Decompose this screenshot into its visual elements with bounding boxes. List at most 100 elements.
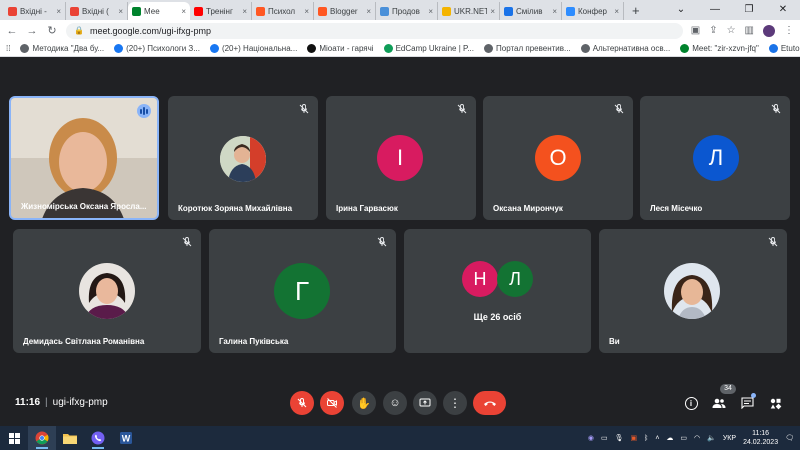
more-participants-tile[interactable]: Н Л Ще 26 осіб bbox=[404, 229, 591, 353]
taskbar-chrome[interactable] bbox=[28, 426, 56, 450]
close-tab-icon[interactable]: × bbox=[552, 7, 557, 16]
participant-tile[interactable]: Л Леся Місечко bbox=[640, 96, 790, 220]
self-tile[interactable]: Ви bbox=[599, 229, 787, 353]
tab-search-icon[interactable]: ⌄ bbox=[664, 0, 698, 20]
participant-count-badge: 34 bbox=[720, 384, 736, 394]
site-icon bbox=[380, 6, 389, 16]
minimize-button[interactable]: — bbox=[698, 0, 732, 20]
participant-tile[interactable]: Коротюк Зоряна Михайлівна bbox=[168, 96, 318, 220]
share-icon[interactable]: ⇪ bbox=[709, 25, 717, 36]
browser-tab[interactable]: Конфер × bbox=[562, 2, 624, 20]
close-tab-icon[interactable]: × bbox=[304, 7, 309, 16]
close-tab-icon[interactable]: × bbox=[490, 7, 495, 16]
browser-tab[interactable]: Blogger × bbox=[314, 2, 376, 20]
browser-tab[interactable]: UKR.NET × bbox=[438, 2, 500, 20]
camera-permission-icon[interactable]: ▣ bbox=[691, 25, 700, 36]
clock-time: 11:16 bbox=[752, 430, 770, 437]
chevron-up-icon[interactable]: ˄ bbox=[655, 435, 659, 442]
close-tab-icon[interactable]: × bbox=[56, 7, 61, 16]
bookmark-star-icon[interactable]: ☆ bbox=[727, 25, 736, 36]
close-tab-icon[interactable]: × bbox=[118, 7, 123, 16]
close-tab-icon[interactable]: × bbox=[242, 7, 247, 16]
camera-toggle-button[interactable] bbox=[320, 391, 344, 415]
notification-dot-icon bbox=[751, 393, 756, 398]
raise-hand-button[interactable]: ✋ bbox=[352, 391, 376, 415]
back-icon[interactable]: ← bbox=[6, 25, 18, 37]
browser-tab[interactable]: Вхідні - × bbox=[4, 2, 66, 20]
bookmark-item[interactable]: Міоати - гарячі bbox=[307, 44, 374, 53]
browser-tab[interactable]: Продов × bbox=[376, 2, 438, 20]
taskbar-file-explorer[interactable] bbox=[56, 426, 84, 450]
bookmark-favicon-icon bbox=[484, 44, 493, 53]
browser-tab[interactable]: Тренінг × bbox=[190, 2, 252, 20]
leave-call-button[interactable] bbox=[473, 391, 506, 415]
zoom-icon bbox=[566, 6, 575, 16]
bookmark-item[interactable]: (20+) Психологи З... bbox=[114, 44, 200, 53]
display-tray-icon[interactable]: ▭ bbox=[601, 434, 608, 442]
browser-tab[interactable]: Психол × bbox=[252, 2, 314, 20]
reload-icon[interactable]: ↻ bbox=[46, 24, 58, 37]
browser-tab[interactable]: Вхідні (× bbox=[66, 2, 128, 20]
cloud-icon[interactable]: ☁ bbox=[666, 434, 673, 442]
taskbar-word[interactable]: W bbox=[112, 426, 140, 450]
tab-label: Психол bbox=[268, 6, 296, 16]
bookmark-label: Альтернативна осв... bbox=[592, 44, 671, 53]
bookmark-item[interactable]: EdCamp Ukraine | P... bbox=[383, 44, 474, 53]
mic-toggle-button[interactable] bbox=[290, 391, 314, 415]
battery-icon[interactable]: ▭ bbox=[680, 434, 687, 442]
profile-avatar[interactable] bbox=[763, 24, 775, 37]
bookmark-favicon-icon bbox=[20, 44, 30, 53]
tab-label: Продов bbox=[392, 6, 420, 16]
bookmark-item[interactable]: Методика "Два бу... bbox=[20, 44, 104, 53]
participant-name: Ірина Гарвасюк bbox=[336, 204, 398, 213]
participant-tile[interactable]: Жизномірська Оксана Яросла... bbox=[9, 96, 159, 220]
bookmark-item[interactable]: Портал превентив... bbox=[484, 44, 571, 53]
close-tab-icon[interactable]: × bbox=[366, 7, 371, 16]
url-text[interactable]: meet.google.com/ugi-ifxg-pmp bbox=[90, 26, 211, 36]
browser-tab[interactable]: Смілив × bbox=[500, 2, 562, 20]
present-screen-button[interactable] bbox=[413, 391, 437, 415]
new-tab-button[interactable]: + bbox=[624, 2, 648, 20]
apps-icon[interactable]: ⁞⁞ bbox=[6, 44, 10, 53]
mic-tray-icon[interactable]: 🎙 bbox=[615, 434, 624, 442]
bookmark-item[interactable]: Etutorium bbox=[768, 44, 800, 53]
address-bar[interactable]: 🔒 meet.google.com/ugi-ifxg-pmp bbox=[66, 22, 683, 39]
volume-icon[interactable]: 🔈 bbox=[707, 434, 716, 442]
forward-icon[interactable]: → bbox=[26, 25, 38, 37]
browser-tab[interactable]: Мее × bbox=[128, 2, 190, 20]
wifi-icon[interactable]: ◠ bbox=[694, 434, 700, 442]
participant-tile[interactable]: Г Галина Пуківська bbox=[209, 229, 396, 353]
close-window-button[interactable]: ✕ bbox=[766, 0, 800, 20]
windows-logo-icon bbox=[8, 432, 20, 444]
people-button[interactable] bbox=[711, 395, 727, 411]
reactions-button[interactable]: ☺ bbox=[383, 391, 407, 415]
restore-button[interactable]: ❐ bbox=[732, 0, 766, 20]
taskbar-viber[interactable] bbox=[84, 426, 112, 450]
close-tab-icon[interactable]: × bbox=[181, 7, 186, 16]
close-tab-icon[interactable]: × bbox=[428, 7, 433, 16]
participant-tile[interactable]: І Ірина Гарвасюк bbox=[326, 96, 476, 220]
bookmark-item[interactable]: Meet: "zir-xzvn-jfq" bbox=[680, 44, 759, 53]
bookmark-item[interactable]: Альтернативна осв... bbox=[580, 44, 671, 53]
office-tray-icon[interactable]: ▣ bbox=[630, 434, 637, 442]
participant-tile[interactable]: О Оксана Мирончук bbox=[483, 96, 633, 220]
system-tray: ◉ ▭ 🎙 ▣ ᛒ ˄ ☁ ▭ ◠ 🔈 УКР 11:16 24.02.2023… bbox=[588, 426, 794, 450]
close-tab-icon[interactable]: × bbox=[614, 7, 619, 16]
clock[interactable]: 11:16 24.02.2023 bbox=[743, 429, 778, 447]
menu-dots-icon[interactable]: ⋮ bbox=[784, 25, 794, 36]
bluetooth-icon[interactable]: ᛒ bbox=[644, 435, 648, 442]
language-indicator[interactable]: УКР bbox=[723, 435, 736, 442]
t-icon bbox=[504, 6, 513, 16]
side-panel-icon[interactable]: ▥ bbox=[745, 25, 754, 36]
viber-tray-icon[interactable]: ◉ bbox=[588, 434, 594, 442]
notifications-icon[interactable]: 🗨 bbox=[785, 434, 794, 442]
participant-name: Оксана Мирончук bbox=[493, 204, 563, 213]
start-button[interactable] bbox=[0, 426, 28, 450]
lock-icon[interactable]: 🔒 bbox=[74, 26, 84, 35]
participant-tile[interactable]: Демидась Світлана Романівна bbox=[13, 229, 201, 353]
bookmark-item[interactable]: (20+) Національна... bbox=[209, 44, 297, 53]
activities-button[interactable] bbox=[767, 395, 783, 411]
meeting-details-button[interactable]: i bbox=[683, 395, 699, 411]
more-options-button[interactable]: ⋮ bbox=[443, 391, 467, 415]
chat-button[interactable] bbox=[739, 393, 756, 411]
